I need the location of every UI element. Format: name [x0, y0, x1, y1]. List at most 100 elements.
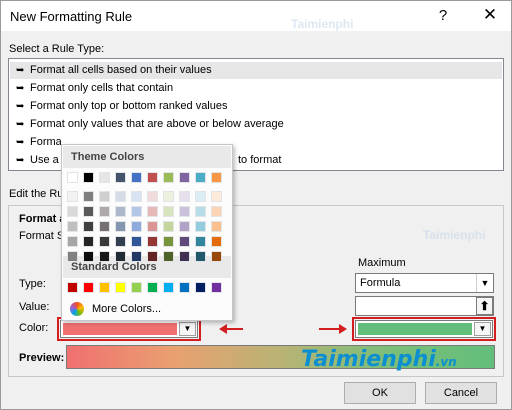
- rule-item-all-cells[interactable]: ➥ Format all cells based on their values: [10, 62, 502, 79]
- standard-color-swatch[interactable]: [179, 282, 190, 293]
- theme-color-swatch[interactable]: [67, 172, 78, 183]
- maximum-value-input[interactable]: ⬆: [355, 296, 494, 316]
- theme-color-swatch[interactable]: [131, 251, 142, 262]
- close-button[interactable]: ✕: [479, 5, 501, 25]
- rule-arrow-icon: ➥: [16, 83, 25, 94]
- theme-color-swatch[interactable]: [211, 236, 222, 247]
- theme-color-swatch[interactable]: [147, 172, 158, 183]
- standard-color-swatch[interactable]: [99, 282, 110, 293]
- rule-item-above-below-average[interactable]: ➥ Format only values that are above or be…: [10, 116, 502, 133]
- theme-color-swatch[interactable]: [179, 221, 190, 232]
- theme-color-swatch[interactable]: [131, 206, 142, 217]
- watermark-mid: Taimienphi: [423, 228, 486, 242]
- theme-color-swatch[interactable]: [83, 251, 94, 262]
- theme-color-swatch[interactable]: [99, 221, 110, 232]
- watermark-suffix: .vn: [435, 355, 457, 369]
- theme-color-swatch[interactable]: [99, 206, 110, 217]
- theme-color-swatch[interactable]: [211, 191, 222, 202]
- theme-color-swatch[interactable]: [131, 172, 142, 183]
- theme-color-swatch[interactable]: [131, 236, 142, 247]
- theme-color-swatch[interactable]: [115, 172, 126, 183]
- theme-color-swatch[interactable]: [67, 221, 78, 232]
- theme-color-swatch[interactable]: [99, 236, 110, 247]
- theme-color-swatch[interactable]: [147, 221, 158, 232]
- theme-colors-heading: Theme Colors: [63, 146, 231, 168]
- theme-color-swatch[interactable]: [83, 172, 94, 183]
- theme-color-swatch[interactable]: [67, 191, 78, 202]
- theme-color-swatch[interactable]: [211, 221, 222, 232]
- theme-color-swatch[interactable]: [195, 172, 206, 183]
- theme-color-swatch[interactable]: [195, 206, 206, 217]
- red-arrow-left-icon: [219, 324, 227, 334]
- rule-item-label-end: to format: [238, 154, 282, 166]
- theme-color-swatch[interactable]: [115, 191, 126, 202]
- theme-color-swatch[interactable]: [99, 251, 110, 262]
- theme-color-swatch[interactable]: [195, 191, 206, 202]
- collapse-dialog-icon[interactable]: ⬆: [476, 297, 493, 315]
- theme-color-swatch[interactable]: [147, 236, 158, 247]
- theme-color-swatch[interactable]: [83, 236, 94, 247]
- standard-color-swatch[interactable]: [163, 282, 174, 293]
- theme-color-swatch[interactable]: [163, 236, 174, 247]
- theme-color-swatch[interactable]: [163, 206, 174, 217]
- theme-color-swatch[interactable]: [99, 191, 110, 202]
- theme-color-swatch[interactable]: [211, 251, 222, 262]
- theme-color-swatch[interactable]: [211, 206, 222, 217]
- theme-color-swatch[interactable]: [83, 221, 94, 232]
- standard-color-swatch[interactable]: [67, 282, 78, 293]
- theme-color-swatch[interactable]: [99, 172, 110, 183]
- theme-color-swatch[interactable]: [195, 251, 206, 262]
- theme-color-swatch[interactable]: [179, 236, 190, 247]
- theme-color-swatch[interactable]: [179, 206, 190, 217]
- theme-color-swatch[interactable]: [163, 172, 174, 183]
- more-colors-label: More Colors...: [92, 303, 162, 315]
- theme-color-swatch[interactable]: [115, 251, 126, 262]
- theme-color-swatch[interactable]: [115, 206, 126, 217]
- standard-color-swatch[interactable]: [83, 282, 94, 293]
- theme-color-swatch[interactable]: [67, 236, 78, 247]
- format-all-cells-heading: Format a: [19, 213, 66, 225]
- theme-color-swatch[interactable]: [179, 251, 190, 262]
- standard-color-swatch[interactable]: [195, 282, 206, 293]
- theme-color-swatch[interactable]: [163, 251, 174, 262]
- theme-color-swatch[interactable]: [211, 172, 222, 183]
- maximum-heading: Maximum: [358, 257, 406, 269]
- help-button[interactable]: ?: [433, 7, 453, 24]
- standard-color-swatch[interactable]: [147, 282, 158, 293]
- theme-color-swatch[interactable]: [163, 221, 174, 232]
- theme-color-swatch[interactable]: [83, 191, 94, 202]
- theme-color-swatch[interactable]: [67, 206, 78, 217]
- rule-item-label: Format only top or bottom ranked values: [30, 100, 228, 112]
- red-arrow-left-line: [227, 328, 243, 330]
- rule-item-top-bottom[interactable]: ➥ Format only top or bottom ranked values: [10, 98, 502, 115]
- standard-color-swatch[interactable]: [115, 282, 126, 293]
- theme-color-swatch[interactable]: [195, 221, 206, 232]
- theme-color-swatch[interactable]: [147, 251, 158, 262]
- theme-color-swatch[interactable]: [195, 236, 206, 247]
- standard-color-swatch[interactable]: [131, 282, 142, 293]
- standard-color-swatch[interactable]: [211, 282, 222, 293]
- rule-item-cells-contain[interactable]: ➥ Format only cells that contain: [10, 80, 502, 97]
- theme-color-swatch[interactable]: [179, 172, 190, 183]
- maximum-type-dropdown[interactable]: Formula ▼: [355, 273, 494, 293]
- rule-arrow-icon: ➥: [16, 65, 25, 76]
- theme-color-swatch[interactable]: [115, 236, 126, 247]
- rule-item-label: Format all cells based on their values: [30, 64, 212, 76]
- theme-color-swatch[interactable]: [179, 191, 190, 202]
- theme-color-swatch[interactable]: [115, 221, 126, 232]
- more-colors-item[interactable]: More Colors...: [70, 300, 161, 318]
- theme-color-swatch[interactable]: [67, 251, 78, 262]
- theme-color-swatch[interactable]: [163, 191, 174, 202]
- theme-color-swatch[interactable]: [131, 191, 142, 202]
- rule-arrow-icon: ➥: [16, 155, 25, 166]
- rule-item-label: Forma: [30, 136, 62, 148]
- rule-item-label: Format only values that are above or bel…: [30, 118, 284, 130]
- ok-button[interactable]: OK: [344, 382, 416, 404]
- chevron-down-icon[interactable]: ▼: [476, 274, 493, 292]
- watermark-top: Taimienphi: [291, 17, 354, 31]
- theme-color-swatch[interactable]: [83, 206, 94, 217]
- cancel-button[interactable]: Cancel: [425, 382, 497, 404]
- theme-color-swatch[interactable]: [147, 191, 158, 202]
- theme-color-swatch[interactable]: [131, 221, 142, 232]
- theme-color-swatch[interactable]: [147, 206, 158, 217]
